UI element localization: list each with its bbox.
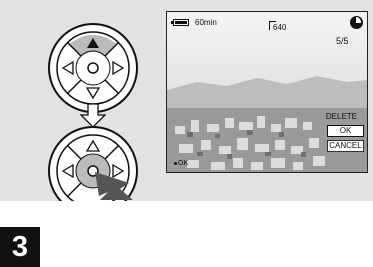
center-button[interactable] bbox=[87, 62, 99, 74]
menu-option-ok[interactable]: OK bbox=[327, 125, 364, 137]
image-size: 640 bbox=[273, 23, 287, 32]
ok-hint-label: OK bbox=[178, 160, 189, 167]
image-counter: 5/5 bbox=[336, 36, 349, 46]
control-pad-top bbox=[48, 23, 138, 113]
delete-menu-title: DELETE bbox=[325, 112, 357, 121]
menu-option-cancel[interactable]: CANCEL bbox=[327, 140, 364, 152]
bullet-icon bbox=[174, 161, 177, 165]
battery-icon bbox=[171, 19, 189, 26]
battery-time: 60min bbox=[195, 18, 217, 27]
controls-illustration bbox=[48, 23, 138, 201]
instruction-panel: 60min 640 5/5 DELETE OK CANCEL OK bbox=[0, 0, 373, 201]
pie-remaining-icon bbox=[350, 16, 363, 29]
step-number: 3 bbox=[0, 227, 40, 267]
ok-hint: OK bbox=[174, 160, 188, 167]
control-pad-bottom bbox=[48, 126, 138, 201]
camera-lcd-screen: 60min 640 5/5 DELETE OK CANCEL OK bbox=[166, 11, 368, 173]
